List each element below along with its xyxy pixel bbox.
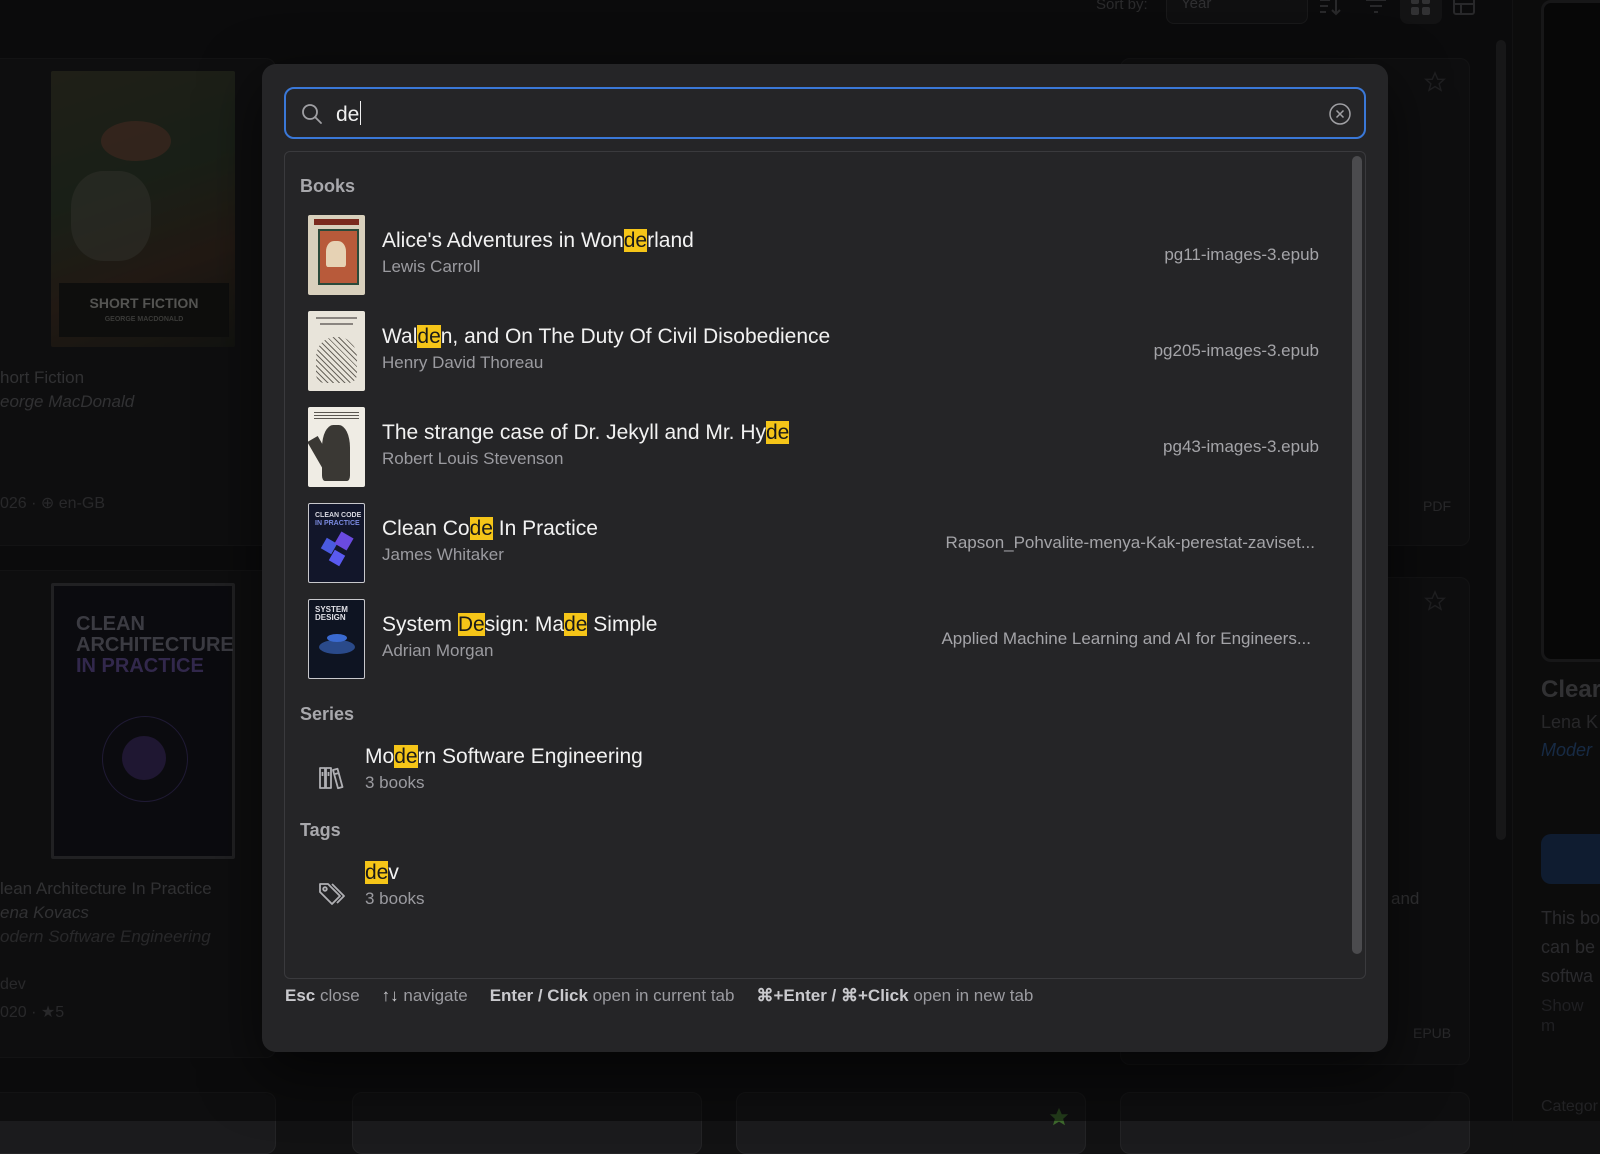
book-result-file: Applied Machine Learning and AI for Engi… (941, 629, 1311, 648)
results-scrollbar[interactable] (1352, 156, 1362, 954)
library-icon (319, 767, 344, 790)
match-highlight: de (623, 229, 648, 252)
book-result[interactable]: Alice's Adventures in Wonderland Lewis C… (305, 215, 1319, 301)
book-result[interactable]: Walden, and On The Duty Of Civil Disobed… (305, 311, 1319, 397)
book-result[interactable]: The strange case of Dr. Jekyll and Mr. H… (305, 407, 1319, 493)
book-result-title: Walden, and On The Duty Of Civil Disobed… (382, 325, 831, 348)
section-heading-books: Books (300, 176, 356, 196)
search-box[interactable]: de (284, 87, 1366, 139)
clear-search-icon[interactable] (1328, 102, 1352, 126)
hint-key: ⌘+Enter / ⌘+Click (756, 986, 909, 1005)
match-highlight: de (469, 517, 493, 540)
book-result-author: Lewis Carroll (382, 257, 481, 276)
book-result[interactable]: SYSTEM DESIGN System Design: Made Simple … (305, 599, 1319, 685)
hint-text: close (319, 986, 360, 1005)
hint-key: ↑↓ (381, 986, 399, 1005)
match-highlight: de (417, 325, 441, 348)
hint-text: open in new tab (913, 986, 1034, 1005)
hint-key: Enter / Click (489, 986, 588, 1005)
book-result-title: System Design: Made Simple (382, 613, 658, 636)
match-highlight: de (394, 745, 418, 768)
book-thumbnail: SYSTEM DESIGN (308, 599, 365, 679)
book-result-title: Clean Code In Practice (382, 517, 598, 540)
match-highlight: De (457, 613, 485, 636)
series-result[interactable]: Modern Software Engineering 3 books (305, 745, 1205, 815)
book-result-title: The strange case of Dr. Jekyll and Mr. H… (382, 421, 790, 444)
match-highlight: de (365, 861, 389, 884)
book-result-author: James Whitaker (382, 545, 504, 564)
book-thumbnail (308, 407, 365, 487)
tag-result[interactable]: dev 3 books (305, 861, 1205, 931)
book-thumbnail: CLEAN CODE IN PRACTICE (308, 503, 365, 583)
hint-text: open in current tab (592, 986, 735, 1005)
book-result-author: Adrian Morgan (382, 641, 494, 660)
match-highlight: de (564, 613, 588, 636)
keyboard-hints: Esc close ↑↓ navigate Enter / Click open i… (285, 986, 1033, 1006)
book-result-title: Alice's Adventures in Wonderland (382, 229, 694, 252)
series-result-count: 3 books (365, 773, 425, 792)
tag-result-count: 3 books (365, 889, 425, 908)
section-heading-series: Series (300, 704, 355, 724)
section-heading-tags: Tags (300, 820, 341, 840)
book-result-file: pg11-images-3.epub (1164, 245, 1319, 264)
book-thumbnail (308, 311, 365, 391)
search-input[interactable]: de (336, 101, 362, 127)
book-result[interactable]: CLEAN CODE IN PRACTICE Clean Code In Prac… (305, 503, 1319, 589)
series-result-title: Modern Software Engineering (365, 745, 643, 768)
hint-key: Esc (285, 986, 316, 1005)
hint-text: navigate (403, 986, 468, 1005)
book-result-file: pg43-images-3.epub (1163, 437, 1319, 456)
book-thumbnail (308, 215, 365, 295)
book-result-file: pg205-images-3.epub (1153, 341, 1319, 360)
text-caret (360, 101, 362, 125)
book-result-file: Rapson_Pohvalite-menya-Kak-perestat-zavi… (945, 533, 1315, 552)
search-icon (302, 104, 322, 124)
search-results: Books Alice's Adventures in Wonderland L… (284, 151, 1366, 979)
tag-result-title: dev (365, 861, 399, 884)
match-highlight: de (766, 421, 790, 444)
search-modal: de Books Alice's Adventures in Wonderlan… (262, 64, 1388, 1052)
book-result-author: Robert Louis Stevenson (382, 449, 564, 468)
book-result-author: Henry David Thoreau (382, 353, 544, 372)
tag-icon (319, 883, 345, 905)
